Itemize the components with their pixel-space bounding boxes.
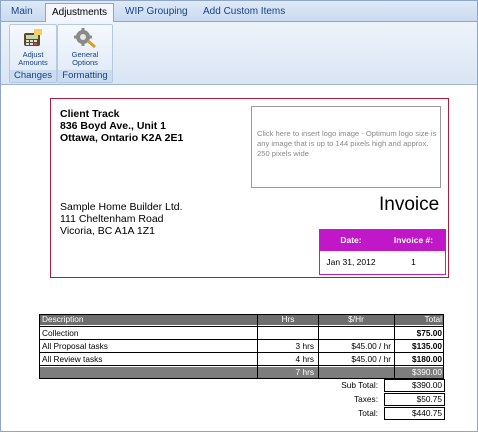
invoice-header-box: Client Track 836 Boyd Ave., Unit 1 Ottaw… bbox=[50, 98, 449, 278]
total-label: Total: bbox=[358, 408, 378, 418]
adjust-amounts-label-line2: Amounts bbox=[18, 58, 48, 67]
changes-group: Adjust Amounts Changes bbox=[9, 24, 57, 83]
company-street: 836 Boyd Ave., Unit 1 bbox=[60, 120, 167, 132]
tab-main[interactable]: Main bbox=[5, 4, 39, 20]
table-divider bbox=[318, 314, 319, 379]
general-options-label-line2: Options bbox=[72, 58, 98, 67]
taxes-value: $50.75 bbox=[384, 393, 445, 406]
row-description: All Proposal tasks bbox=[42, 341, 108, 351]
app-window: Main Adjustments WIP Grouping Add Custom… bbox=[0, 0, 478, 432]
invoice-number: 1 bbox=[411, 257, 416, 267]
client-address: Sample Home Builder Ltd. 111 Cheltenham … bbox=[60, 201, 183, 237]
invoice-title: Invoice bbox=[379, 194, 440, 215]
table-row: Collection $75.00 bbox=[39, 328, 444, 339]
table-row: All Review tasks 4 hrs $45.00 / hr $180.… bbox=[39, 354, 444, 365]
table-footer-row: 7 hrs $390.00 bbox=[39, 367, 444, 378]
invoice-meta-table: Date: Invoice #: Jan 31, 2012 1 bbox=[319, 229, 446, 275]
changes-group-caption: Changes bbox=[10, 70, 56, 82]
row-hrs: 3 hrs bbox=[295, 341, 314, 351]
calculator-icon bbox=[21, 27, 45, 49]
row-rate: $45.00 / hr bbox=[351, 354, 391, 364]
formatting-group: General Options Formatting bbox=[57, 24, 113, 83]
adjust-amounts-button[interactable]: Adjust Amounts bbox=[13, 27, 53, 67]
invoice-meta-header: Date: Invoice #: bbox=[320, 230, 445, 251]
row-total: $180.00 bbox=[412, 354, 442, 364]
client-name: Sample Home Builder Ltd. bbox=[60, 201, 183, 213]
table-divider bbox=[39, 365, 444, 366]
company-address: Client Track 836 Boyd Ave., Unit 1 Ottaw… bbox=[60, 108, 183, 144]
row-rate bbox=[319, 328, 391, 339]
logo-placeholder-text: Click here to insert logo image - Optimu… bbox=[257, 129, 437, 158]
tab-wip-grouping[interactable]: WIP Grouping bbox=[119, 4, 194, 20]
invoice-number-header: Invoice #: bbox=[393, 235, 434, 245]
table-divider bbox=[39, 314, 40, 379]
col-total: Total bbox=[424, 314, 442, 324]
logo-placeholder[interactable]: Click here to insert logo image - Optimu… bbox=[251, 106, 441, 188]
ribbon-tab-bar: Main Adjustments WIP Grouping Add Custom… bbox=[1, 1, 477, 22]
footer-total: $390.00 bbox=[412, 367, 442, 377]
table-divider bbox=[39, 314, 444, 315]
table-divider bbox=[443, 314, 444, 379]
col-rate: $/Hr bbox=[348, 314, 364, 324]
col-hrs: Hrs bbox=[281, 314, 295, 324]
table-row: All Proposal tasks 3 hrs $45.00 / hr $13… bbox=[39, 341, 444, 352]
table-divider bbox=[39, 339, 444, 340]
ribbon-panel: Adjust Amounts Changes General Options F… bbox=[1, 22, 477, 85]
footer-hrs: 7 hrs bbox=[295, 367, 314, 377]
formatting-group-caption: Formatting bbox=[58, 70, 112, 82]
client-city: Vicoria, BC A1A 1Z1 bbox=[60, 225, 155, 237]
company-name: Client Track bbox=[60, 108, 120, 120]
table-divider bbox=[39, 326, 444, 327]
row-total: $75.00 bbox=[416, 328, 442, 338]
table-divider bbox=[257, 314, 258, 379]
row-hrs bbox=[258, 328, 314, 339]
row-description: All Review tasks bbox=[42, 354, 103, 364]
company-city: Ottawa, Ontario K2A 2E1 bbox=[60, 132, 184, 144]
row-rate: $45.00 / hr bbox=[351, 341, 391, 351]
date-header: Date: bbox=[340, 235, 362, 245]
table-divider bbox=[394, 314, 395, 379]
row-total: $135.00 bbox=[412, 341, 442, 351]
tab-adjustments[interactable]: Adjustments bbox=[45, 3, 115, 22]
general-options-button[interactable]: General Options bbox=[65, 27, 105, 67]
row-hrs: 4 hrs bbox=[295, 354, 314, 364]
gear-icon bbox=[73, 27, 97, 49]
row-description: Collection bbox=[42, 328, 79, 338]
subtotal-label: Sub Total: bbox=[341, 380, 378, 390]
invoice-meta-values: Jan 31, 2012 1 bbox=[320, 251, 445, 274]
tab-add-custom-items[interactable]: Add Custom Items bbox=[197, 4, 291, 20]
subtotal-value: $390.00 bbox=[384, 379, 445, 392]
client-street: 111 Cheltenham Road bbox=[60, 213, 164, 225]
invoice-date: Jan 31, 2012 bbox=[326, 257, 376, 267]
table-header-row: Description Hrs $/Hr Total bbox=[39, 314, 444, 325]
table-divider bbox=[39, 352, 444, 353]
taxes-label: Taxes: bbox=[354, 394, 378, 404]
col-description: Description bbox=[42, 314, 84, 324]
total-value: $440.75 bbox=[384, 407, 445, 420]
